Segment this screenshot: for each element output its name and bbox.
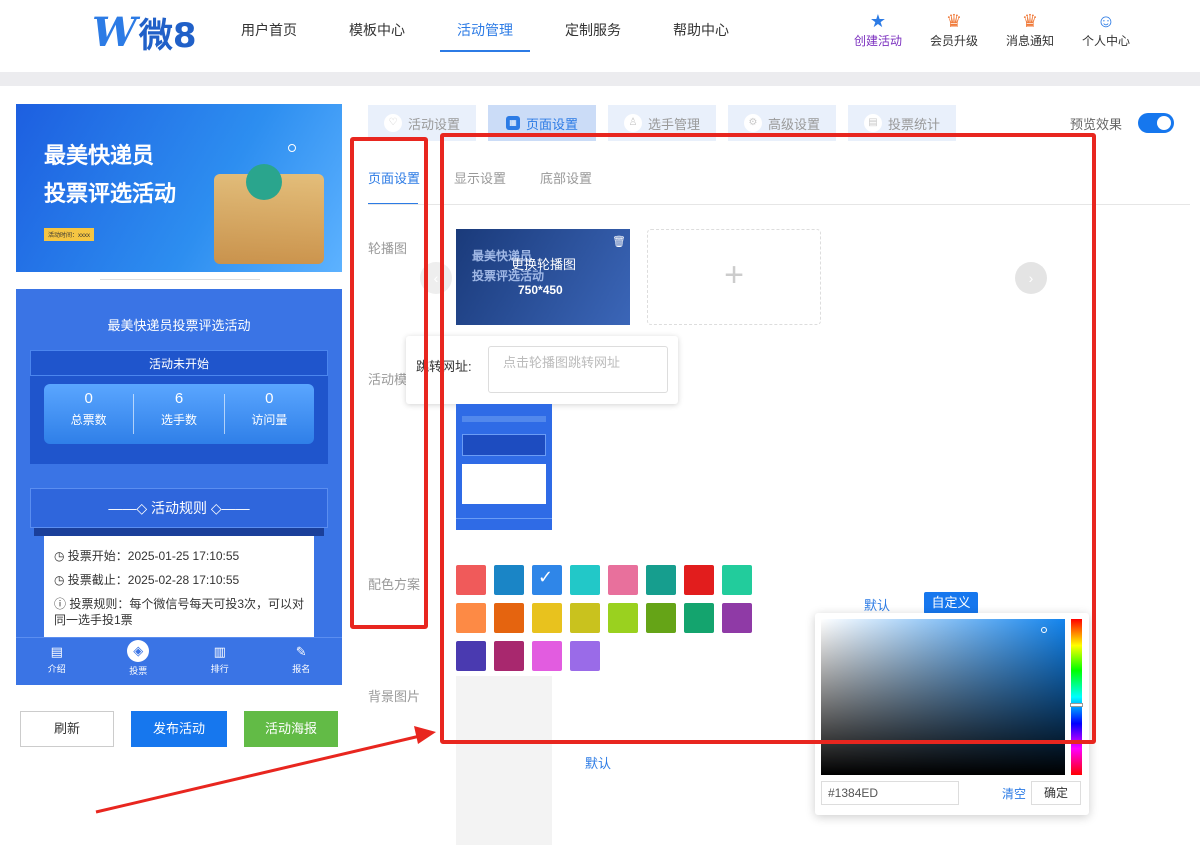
preview-toggle[interactable]	[1138, 113, 1174, 133]
calendar-icon: ▤	[863, 114, 882, 132]
notifications-button[interactable]: ♛ 消息通知	[992, 10, 1068, 49]
user-icon: ♙	[623, 114, 642, 132]
phone-preview: 最美快递员投票评选活动 活动未开始 0 总票数 6 选手数 0 访问量 ——◇ …	[16, 289, 342, 685]
rule-end: ◷ 投票截止：2025-02-28 17:10:55	[54, 573, 240, 587]
banner-title-1: 最美快递员	[44, 143, 155, 168]
member-upgrade-label: 会员升级	[929, 34, 978, 48]
stat-label: 访问量	[251, 413, 288, 427]
rules-header: ——◇ 活动规则 ◇——	[30, 488, 328, 528]
banner-tag: 活动时间：xxxx	[44, 228, 95, 241]
logo-w: W	[92, 8, 137, 56]
hex-input[interactable]: #1384ED	[821, 781, 959, 805]
refresh-button[interactable]: 刷新	[20, 711, 114, 747]
notifications-label: 消息通知	[1005, 34, 1054, 48]
stats-container: 0 总票数 6 选手数 0 访问量	[30, 376, 328, 464]
stat-visits: 0 访问量	[225, 390, 314, 434]
tab-label: 投票	[129, 666, 148, 676]
preview-banner: 最美快递员 投票评选活动 活动时间：xxxx	[16, 104, 342, 272]
tab-label: 报名	[292, 664, 311, 674]
label-background: 背景图片	[368, 689, 421, 704]
banner-circle	[288, 144, 296, 152]
stat-label: 选手数	[160, 413, 197, 427]
tab-label: 页面设置	[525, 116, 578, 132]
clear-button[interactable]: 清空	[1002, 785, 1026, 802]
tab-label: 介绍	[47, 664, 66, 674]
nav-home[interactable]: 用户首页	[224, 0, 314, 60]
tab-rank[interactable]: ▥ 排行	[179, 638, 261, 685]
tab-signup[interactable]: ✎ 报名	[261, 638, 343, 685]
nav-custom[interactable]: 定制服务	[548, 0, 638, 60]
header-tools: ★ 创建活动 ♛ 会员升级 ♛ 消息通知 ☺ 个人中心	[840, 10, 1144, 49]
stat-value: 0	[265, 390, 274, 407]
doc-icon: ▤	[50, 644, 63, 659]
stats-card: 0 总票数 6 选手数 0 访问量	[44, 384, 314, 444]
tab-label: 活动设置	[407, 116, 460, 132]
gear-icon: ⚙	[743, 114, 762, 132]
top-header: W 微8 用户首页 模板中心 活动管理 定制服务 帮助中心 ★ 创建活动 ♛ 会…	[0, 0, 1200, 72]
crown-icon: ♛	[945, 11, 963, 31]
star-icon: ★	[869, 11, 887, 31]
logo-text: 微8	[138, 15, 197, 56]
vote-icon: ◈	[127, 640, 150, 662]
chart-icon: ▥	[213, 644, 226, 659]
create-activity-button[interactable]: ★ 创建活动	[840, 10, 916, 49]
rule-detail: ⓘ 投票规则：每个微信号每天可投3次，可以对同一选手投1票	[54, 597, 305, 627]
tab-vote[interactable]: ◈ 投票	[98, 638, 180, 685]
phone-title: 最美快递员投票评选活动	[107, 318, 251, 333]
banner-indicator	[100, 279, 260, 280]
rules-bar	[34, 528, 324, 536]
profile-button[interactable]: ☺ 个人中心	[1068, 10, 1144, 49]
banner-title-2: 投票评选活动	[44, 181, 177, 206]
profile-label: 个人中心	[1081, 34, 1130, 48]
nav-activity[interactable]: 活动管理	[440, 0, 530, 60]
tab-label: 排行	[210, 664, 229, 674]
user-icon: ☺	[1096, 11, 1116, 31]
tab-label: 高级设置	[767, 116, 820, 132]
main-nav: 用户首页 模板中心 活动管理 定制服务 帮助中心	[224, 0, 764, 72]
annotation-box-right	[440, 133, 1096, 744]
publish-button[interactable]: 发布活动	[131, 711, 227, 747]
preview-label: 预览效果	[1069, 117, 1122, 132]
nav-templates[interactable]: 模板中心	[332, 0, 422, 60]
background-default-option[interactable]: 默认	[585, 753, 611, 772]
phone-tabbar: ▤ 介绍 ◈ 投票 ▥ 排行 ✎ 报名	[16, 637, 342, 685]
layout-icon: ▦	[505, 116, 520, 130]
rule-start: ◷ 投票开始：2025-01-25 17:10:55	[54, 549, 240, 563]
tab-label: 选手管理	[647, 116, 700, 132]
banner-person-illustration	[246, 164, 282, 200]
poster-button[interactable]: 活动海报	[244, 711, 338, 747]
logo[interactable]: W 微8	[92, 8, 197, 56]
bell-icon: ♛	[1021, 11, 1039, 31]
tab-intro[interactable]: ▤ 介绍	[16, 638, 98, 685]
create-activity-label: 创建活动	[853, 34, 902, 48]
stat-total-votes: 0 总票数	[44, 390, 135, 434]
stat-value: 6	[174, 390, 184, 407]
stat-label: 总票数	[70, 413, 107, 427]
heart-icon: ♡	[383, 114, 402, 132]
edit-icon: ✎	[295, 644, 307, 659]
stat-value: 0	[84, 390, 93, 407]
annotation-box-left	[350, 137, 428, 629]
phone-status: 活动未开始	[30, 350, 328, 376]
member-upgrade-button[interactable]: ♛ 会员升级	[916, 10, 992, 49]
tab-label: 投票统计	[887, 116, 940, 132]
stat-contestants: 6 选手数	[134, 390, 225, 434]
header-divider	[0, 72, 1200, 86]
nav-help[interactable]: 帮助中心	[656, 0, 746, 60]
confirm-button[interactable]: 确定	[1031, 781, 1081, 805]
